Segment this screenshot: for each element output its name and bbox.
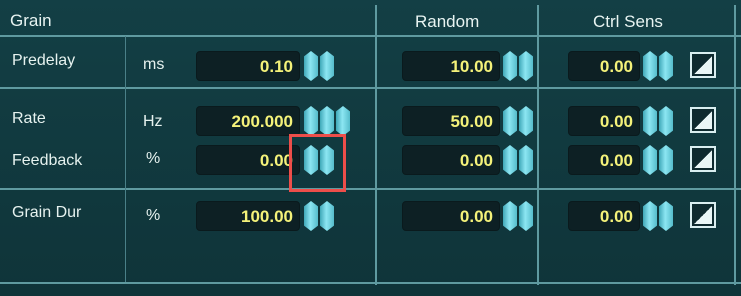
feedback-value-field[interactable]: 0.00 <box>196 145 300 175</box>
feedback-random-field[interactable]: 0.00 <box>402 145 500 175</box>
feedback-ctrl-spinner[interactable] <box>643 145 673 175</box>
rate-unit: Hz <box>143 113 163 130</box>
grain-panel: Grain Random Ctrl Sens Predelay ms 0.10 … <box>0 0 741 296</box>
grain-dur-random-field[interactable]: 0.00 <box>402 201 500 231</box>
hexagon-spinner-icon[interactable] <box>519 201 533 231</box>
grain-dur-value-field[interactable]: 100.00 <box>196 201 300 231</box>
grain-dur-ctrl-field[interactable]: 0.00 <box>568 201 640 231</box>
hexagon-spinner-icon[interactable] <box>304 106 318 136</box>
grain-dur-ctrl-spinner[interactable] <box>643 201 673 231</box>
hexagon-spinner-icon[interactable] <box>336 106 350 136</box>
label-column-divider <box>125 36 126 282</box>
predelay-random-field[interactable]: 10.00 <box>402 51 500 81</box>
hexagon-spinner-icon[interactable] <box>304 201 318 231</box>
hexagon-spinner-icon[interactable] <box>503 51 517 81</box>
rate-value-field[interactable]: 200.000 <box>196 106 300 136</box>
hexagon-spinner-icon[interactable] <box>503 145 517 175</box>
hexagon-spinner-icon[interactable] <box>519 106 533 136</box>
right-edge <box>734 5 736 285</box>
hexagon-spinner-icon[interactable] <box>320 106 334 136</box>
random-column-header: Random <box>415 12 480 31</box>
rate-ctrl-spinner[interactable] <box>643 106 673 136</box>
rate-ctrl-field[interactable]: 0.00 <box>568 106 640 136</box>
hexagon-spinner-icon[interactable] <box>659 145 673 175</box>
rate-label: Rate <box>12 110 46 127</box>
grain-dur-unit: % <box>146 207 161 224</box>
rate-random-spinner[interactable] <box>503 106 533 136</box>
feedback-ctrl-toggle[interactable] <box>690 146 716 172</box>
ctrl-toggle-icon <box>694 150 712 168</box>
hexagon-spinner-icon[interactable] <box>643 106 657 136</box>
predelay-ctrl-toggle[interactable] <box>690 52 716 78</box>
predelay-value-field[interactable]: 0.10 <box>196 51 300 81</box>
grain-dur-spinner[interactable] <box>304 201 334 231</box>
hexagon-spinner-icon[interactable] <box>643 51 657 81</box>
hexagon-spinner-icon[interactable] <box>659 51 673 81</box>
feedback-ctrl-field[interactable]: 0.00 <box>568 145 640 175</box>
predelay-ctrl-spinner[interactable] <box>643 51 673 81</box>
ctrl-toggle-icon <box>694 206 712 224</box>
ctrl-sens-column-header: Ctrl Sens <box>593 12 663 31</box>
feedback-spinner-highlight <box>289 134 346 192</box>
hexagon-spinner-icon[interactable] <box>659 106 673 136</box>
grain-dur-ctrl-toggle[interactable] <box>690 202 716 228</box>
hexagon-spinner-icon[interactable] <box>643 201 657 231</box>
hexagon-spinner-icon[interactable] <box>503 201 517 231</box>
feedback-random-spinner[interactable] <box>503 145 533 175</box>
hexagon-spinner-icon[interactable] <box>519 51 533 81</box>
row-divider-2 <box>0 188 741 190</box>
bottom-divider <box>0 282 741 284</box>
hexagon-spinner-icon[interactable] <box>320 51 334 81</box>
rate-spinner[interactable] <box>304 106 350 136</box>
rate-random-field[interactable]: 50.00 <box>402 106 500 136</box>
rate-ctrl-toggle[interactable] <box>690 107 716 133</box>
column-divider-random <box>375 5 377 285</box>
feedback-unit: % <box>146 150 161 167</box>
grain-dur-random-spinner[interactable] <box>503 201 533 231</box>
predelay-random-spinner[interactable] <box>503 51 533 81</box>
predelay-label: Predelay <box>12 52 76 69</box>
feedback-label: Feedback <box>12 152 83 169</box>
section-title: Grain <box>10 11 52 30</box>
predelay-ctrl-field[interactable]: 0.00 <box>568 51 640 81</box>
ctrl-toggle-icon <box>694 56 712 74</box>
hexagon-spinner-icon[interactable] <box>659 201 673 231</box>
hexagon-spinner-icon[interactable] <box>304 51 318 81</box>
row-divider-1 <box>0 87 741 89</box>
ctrl-toggle-icon <box>694 111 712 129</box>
predelay-spinner[interactable] <box>304 51 334 81</box>
hexagon-spinner-icon[interactable] <box>519 145 533 175</box>
hexagon-spinner-icon[interactable] <box>320 201 334 231</box>
hexagon-spinner-icon[interactable] <box>643 145 657 175</box>
grain-dur-label: Grain Dur <box>12 204 82 221</box>
column-divider-ctrl <box>537 5 539 285</box>
hexagon-spinner-icon[interactable] <box>503 106 517 136</box>
header-divider <box>0 35 741 37</box>
predelay-unit: ms <box>143 56 165 73</box>
